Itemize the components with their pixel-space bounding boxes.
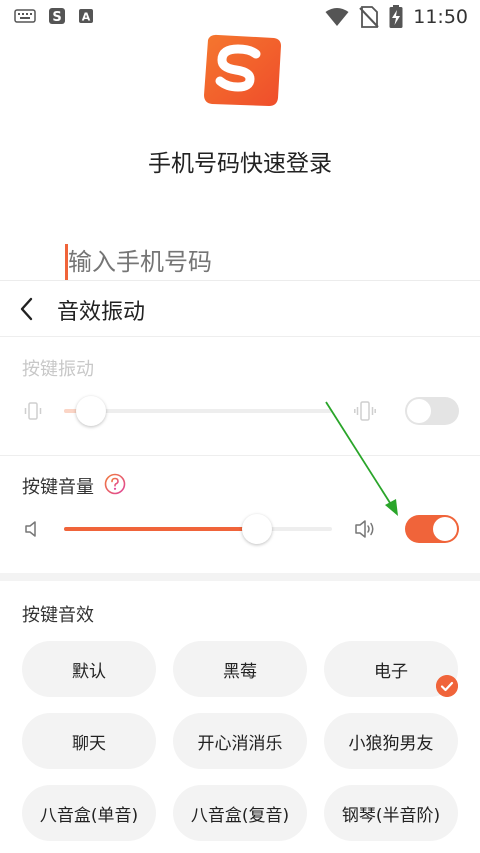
key-sound-effects-label: 按键音效	[22, 605, 94, 626]
sound-option-happy-match[interactable]: 开心消消乐	[173, 713, 307, 769]
vibration-high-icon	[354, 401, 376, 421]
sound-option-music-box-chord[interactable]: 八音盒(复音)	[173, 785, 307, 841]
volume-slider-fill	[64, 527, 257, 531]
back-arrow-icon[interactable]	[16, 295, 40, 323]
sound-vibration-sheet: 音效振动 按键振动 按键音量 按键音效 默认 黑莓 电子 聊天 开心消消乐 小狼…	[0, 280, 480, 853]
sound-option-label: 黑莓	[223, 661, 257, 682]
svg-text:A: A	[82, 11, 91, 24]
battery-charging-icon	[389, 5, 403, 28]
sound-option-label: 小狼狗男友	[348, 733, 434, 754]
app-notification-icon: A	[79, 9, 93, 24]
sheet-title: 音效振动	[57, 300, 146, 325]
sheet-header: 音效振动	[0, 281, 480, 337]
sound-option-label: 八音盒(复音)	[190, 805, 290, 826]
key-vibration-row	[0, 389, 480, 433]
section-divider	[0, 573, 480, 581]
volume-slider[interactable]	[64, 527, 332, 531]
volume-toggle[interactable]	[405, 515, 459, 543]
screen: S A 11:50 手机号码快速登录 输入手机号码 音效振动 按键振动 按键音量…	[0, 0, 480, 853]
sound-option-music-box-single[interactable]: 八音盒(单音)	[22, 785, 156, 841]
wifi-icon	[325, 8, 349, 26]
sound-option-piano-chromatic[interactable]: 钢琴(半音阶)	[324, 785, 458, 841]
sound-option-electronic[interactable]: 电子	[324, 641, 458, 697]
volume-toggle-knob	[433, 517, 457, 541]
status-bar-left: S A	[14, 7, 94, 25]
volume-high-icon	[355, 520, 374, 538]
sound-option-label: 默认	[72, 661, 106, 682]
status-bar-right: 11:50	[325, 5, 468, 29]
vibration-low-icon	[24, 402, 42, 420]
sound-option-chat[interactable]: 聊天	[22, 713, 156, 769]
volume-slider-thumb[interactable]	[242, 514, 272, 544]
phone-number-input[interactable]	[68, 244, 408, 280]
sound-option-label: 电子	[374, 661, 408, 682]
sound-option-label: 八音盒(单音)	[39, 805, 139, 826]
sogou-logo	[204, 34, 281, 106]
sound-option-label: 聊天	[72, 733, 106, 754]
sound-option-wolf-boyfriend[interactable]: 小狼狗男友	[324, 713, 458, 769]
sogou-notification-icon: S	[49, 8, 65, 25]
volume-low-icon	[25, 521, 36, 537]
svg-text:S: S	[52, 10, 61, 25]
no-sim-icon	[359, 6, 379, 28]
divider	[0, 455, 480, 456]
login-title: 手机号码快速登录	[148, 151, 332, 177]
clock: 11:50	[413, 6, 468, 28]
sound-option-label: 钢琴(半音阶)	[341, 805, 441, 826]
key-volume-label: 按键音量	[22, 477, 94, 498]
selected-check-icon	[436, 675, 458, 697]
key-volume-row	[0, 507, 480, 551]
vibration-toggle[interactable]	[405, 397, 459, 425]
sound-option-label: 开心消消乐	[197, 733, 283, 754]
keyboard-icon	[14, 9, 36, 23]
sound-option-default[interactable]: 默认	[22, 641, 156, 697]
status-bar: S A 11:50	[0, 0, 480, 34]
key-vibration-label: 按键振动	[22, 359, 94, 380]
help-icon[interactable]	[104, 473, 126, 495]
vibration-slider-thumb[interactable]	[76, 396, 106, 426]
vibration-toggle-knob	[407, 399, 431, 423]
sound-option-blackberry[interactable]: 黑莓	[173, 641, 307, 697]
